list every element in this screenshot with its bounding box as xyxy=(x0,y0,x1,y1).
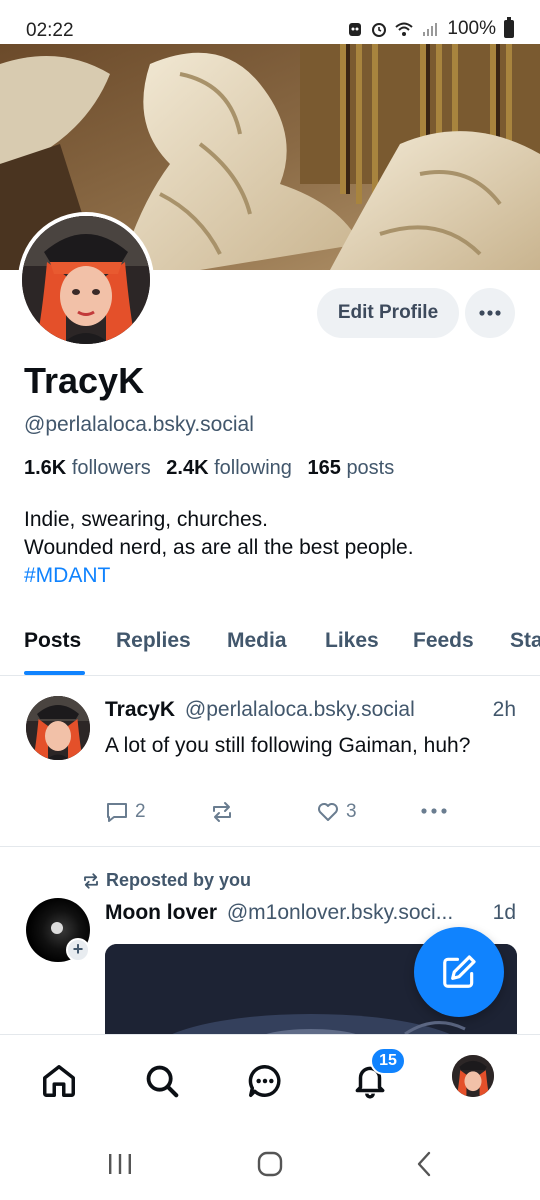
tab-starter-packs[interactable]: Sta xyxy=(510,629,540,653)
repost-icon xyxy=(213,802,231,822)
repost-author-name: Moon lover xyxy=(105,901,218,924)
profile-avatar[interactable] xyxy=(18,212,154,348)
post-author[interactable]: TracyK @perlalaloca.bsky.social xyxy=(105,698,415,722)
edit-profile-button[interactable]: Edit Profile xyxy=(317,288,459,338)
tab-likes[interactable]: Likes xyxy=(325,629,379,653)
display-name: TracyK xyxy=(24,360,145,401)
nav-search[interactable] xyxy=(140,1059,184,1103)
status-icons: 100% xyxy=(347,17,514,40)
tab-feeds[interactable]: Feeds xyxy=(413,629,474,653)
compose-button[interactable] xyxy=(414,927,504,1017)
back-icon xyxy=(417,1151,431,1177)
posts-stat: 165 posts xyxy=(308,457,395,479)
following-stat[interactable]: 2.4K following xyxy=(166,457,292,479)
post-author-handle: @perlalaloca.bsky.social xyxy=(184,698,415,721)
avatar-image xyxy=(22,216,150,344)
tab-replies[interactable]: Replies xyxy=(116,629,191,653)
post-timestamp: 2h xyxy=(492,698,516,721)
post-text[interactable]: A lot of you still following Gaiman, huh… xyxy=(105,732,515,760)
back-button[interactable] xyxy=(404,1148,444,1180)
following-count: 2.4K xyxy=(166,457,209,479)
repost-author[interactable]: Moon lover @m1onlover.bsky.soci... xyxy=(105,901,495,925)
status-bar: 02:22 100% xyxy=(0,0,540,44)
followers-count: 1.6K xyxy=(24,457,67,479)
profile-handle: @perlalaloca.bsky.social xyxy=(24,413,254,436)
chat-icon xyxy=(248,1065,281,1097)
bio-line: Wounded nerd, as are all the best people… xyxy=(24,536,414,559)
posts-label: posts xyxy=(346,457,395,479)
nav-profile-avatar[interactable] xyxy=(452,1055,494,1097)
reply-icon xyxy=(107,803,127,822)
recent-apps-icon xyxy=(109,1154,131,1174)
post-more-button[interactable] xyxy=(421,808,447,814)
more-icon xyxy=(421,808,447,814)
home-icon xyxy=(43,1065,75,1097)
nav-home[interactable] xyxy=(37,1059,81,1103)
avatar-image xyxy=(452,1055,494,1097)
compose-icon xyxy=(443,955,476,988)
more-icon xyxy=(479,310,501,316)
reply-count: 2 xyxy=(135,801,146,822)
search-icon xyxy=(146,1065,179,1098)
bio-line: Indie, swearing, churches. xyxy=(24,508,268,531)
notification-icon xyxy=(349,23,362,36)
avatar-image xyxy=(26,696,90,760)
repost-author-handle: @m1onlover.bsky.soci... xyxy=(226,901,454,924)
repost-author-avatar[interactable]: + xyxy=(26,898,90,962)
repost-icon xyxy=(84,872,98,889)
recent-apps-button[interactable] xyxy=(100,1148,140,1180)
battery-percent: 100% xyxy=(447,18,496,39)
active-tab-indicator xyxy=(24,671,85,675)
repost-timestamp: 1d xyxy=(492,901,516,924)
alarm-icon xyxy=(372,23,387,37)
followers-stat[interactable]: 1.6K followers xyxy=(24,457,151,479)
profile-tabs: Posts Replies Media Likes Feeds Sta xyxy=(0,610,540,676)
bottom-nav: 15 xyxy=(0,1034,540,1128)
like-button[interactable]: 3 xyxy=(316,800,357,824)
repost-button[interactable] xyxy=(210,800,234,824)
post-divider xyxy=(0,846,540,847)
tab-posts[interactable]: Posts xyxy=(24,629,81,653)
system-nav-bar xyxy=(0,1128,540,1200)
post-author-avatar[interactable] xyxy=(26,696,90,760)
profile-stats: 1.6K followers 2.4K following 165 posts xyxy=(24,457,404,480)
post-author-name: TracyK xyxy=(105,698,176,721)
repost-label: Reposted by you xyxy=(82,870,251,891)
like-count: 3 xyxy=(346,801,357,822)
posts-count: 165 xyxy=(307,457,341,479)
profile-bio: Indie, swearing, churches. Wounded nerd,… xyxy=(24,506,524,590)
notification-badge: 15 xyxy=(370,1047,406,1075)
home-system-icon xyxy=(257,1151,283,1177)
profile-more-button[interactable] xyxy=(465,288,515,338)
status-time: 02:22 xyxy=(26,20,74,41)
bio-hashtag-link[interactable]: #MDANT xyxy=(24,562,524,590)
battery-icon xyxy=(504,17,514,38)
like-icon xyxy=(318,803,338,821)
nav-chat[interactable] xyxy=(243,1059,287,1103)
followers-label: followers xyxy=(71,457,151,479)
reply-button[interactable]: 2 xyxy=(105,800,146,824)
tab-media[interactable]: Media xyxy=(227,629,287,653)
repost-label-text: Reposted by you xyxy=(106,870,252,890)
moon-image xyxy=(51,922,63,934)
following-label: following xyxy=(214,457,292,479)
home-system-button[interactable] xyxy=(250,1148,290,1180)
follow-plus-button[interactable]: + xyxy=(66,938,90,962)
wifi-icon xyxy=(395,22,414,36)
signal-icon xyxy=(423,23,438,36)
post-actions: 2 3 xyxy=(0,800,540,828)
